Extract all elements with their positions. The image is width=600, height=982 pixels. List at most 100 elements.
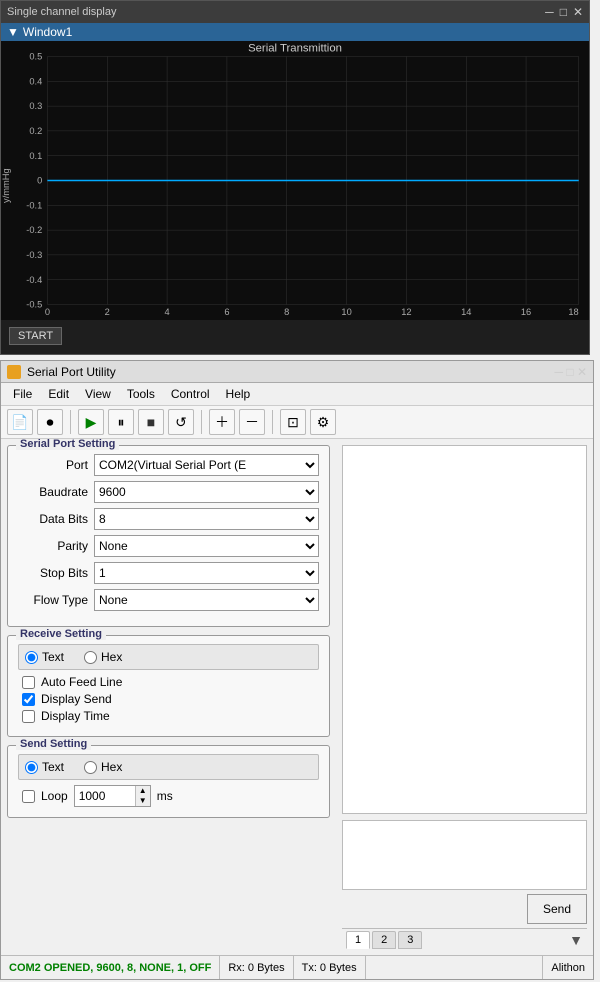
start-button[interactable]: START	[9, 327, 62, 345]
display-send-checkbox[interactable]	[22, 693, 35, 706]
receive-setting-label: Receive Setting	[16, 628, 106, 640]
svg-text:0: 0	[37, 176, 42, 186]
receive-hex-radio-label[interactable]: Hex	[84, 650, 122, 664]
menu-view[interactable]: View	[77, 385, 119, 403]
auto-feed-label[interactable]: Auto Feed Line	[41, 675, 122, 689]
rx-status: Rx: 0 Bytes	[220, 956, 293, 979]
display-time-row: Display Time	[18, 709, 319, 723]
svg-text:4: 4	[165, 307, 170, 317]
svg-text:-0.5: -0.5	[26, 300, 42, 310]
toolbar-record-btn[interactable]: ⏺	[37, 409, 63, 435]
stop-bits-select[interactable]: 1 1.5 2	[94, 562, 319, 584]
svg-text:Serial Transmittion: Serial Transmittion	[248, 42, 342, 54]
svg-text:2: 2	[105, 307, 110, 317]
flow-type-select[interactable]: None Hardware Software	[94, 589, 319, 611]
receive-format-row: Text Hex	[18, 644, 319, 670]
port-label: Port	[18, 458, 88, 472]
minimize-btn[interactable]: ─	[545, 6, 554, 18]
baudrate-select[interactable]: 9600 4800 19200 38400 57600 115200	[94, 481, 319, 503]
close-btn[interactable]: ✕	[573, 6, 583, 18]
loop-spin: ▲ ▼	[135, 786, 150, 806]
chart-svg: Serial Transmittion 0.5 0.4 0.3 0.2 0.1 …	[1, 41, 589, 320]
send-text-radio[interactable]	[25, 761, 38, 774]
receive-hex-label: Hex	[101, 650, 122, 664]
menu-help[interactable]: Help	[218, 385, 259, 403]
serial-port-setting-box: Serial Port Setting Port COM2(Virtual Se…	[7, 445, 330, 627]
baudrate-row: Baudrate 9600 4800 19200 38400 57600 115…	[18, 481, 319, 503]
toolbar-refresh-btn[interactable]: ↺	[168, 409, 194, 435]
toolbar-add-btn[interactable]: ＋	[209, 409, 235, 435]
loop-checkbox[interactable]	[22, 790, 35, 803]
loop-spin-up[interactable]: ▲	[136, 786, 150, 796]
menu-file[interactable]: File	[5, 385, 40, 403]
loop-input[interactable]	[75, 786, 135, 806]
send-setting-label: Send Setting	[16, 738, 91, 750]
auto-feed-checkbox[interactable]	[22, 676, 35, 689]
flow-type-label: Flow Type	[18, 593, 88, 607]
svg-text:0: 0	[45, 307, 50, 317]
toolbar-sep1	[70, 410, 71, 434]
chart-area: Serial Transmittion 0.5 0.4 0.3 0.2 0.1 …	[1, 41, 589, 320]
arrow-icon: ▼	[7, 25, 19, 39]
spu-titlebar: Serial Port Utility ─ □ ✕	[1, 361, 593, 383]
receive-hex-radio[interactable]	[84, 651, 97, 664]
data-bits-select[interactable]: 8 7 6 5	[94, 508, 319, 530]
send-hex-radio-label[interactable]: Hex	[84, 760, 122, 774]
receive-setting-box: Receive Setting Text Hex Auto Feed Line	[7, 635, 330, 737]
svg-text:0.2: 0.2	[29, 126, 42, 136]
spu-maximize-btn[interactable]: □	[566, 366, 573, 378]
send-area[interactable]	[342, 820, 587, 890]
svg-text:10: 10	[341, 307, 351, 317]
toolbar-window-btn[interactable]: ⊡	[280, 409, 306, 435]
send-button[interactable]: Send	[527, 894, 587, 924]
receive-area[interactable]	[342, 445, 587, 814]
tab-1[interactable]: 1	[346, 931, 370, 949]
spu-close-btn[interactable]: ✕	[577, 366, 587, 378]
menu-control[interactable]: Control	[163, 385, 218, 403]
tab-bar: 1 2 3 ▼	[342, 928, 587, 950]
toolbar-remove-btn[interactable]: －	[239, 409, 265, 435]
single-channel-title: Single channel display	[7, 6, 116, 18]
display-time-label[interactable]: Display Time	[41, 709, 110, 723]
right-panel: Send 1 2 3 ▼	[336, 439, 593, 956]
window1-bar: ▼ Window1	[1, 23, 589, 41]
loop-label[interactable]: Loop	[41, 789, 68, 803]
maximize-btn[interactable]: □	[560, 6, 567, 18]
loop-spin-down[interactable]: ▼	[136, 796, 150, 806]
tab-arrow-icon[interactable]: ▼	[569, 932, 583, 948]
receive-text-radio[interactable]	[25, 651, 38, 664]
display-send-label[interactable]: Display Send	[41, 692, 112, 706]
single-channel-window: Single channel display ─ □ ✕ ▼ Window1	[0, 0, 590, 355]
parity-select[interactable]: None Even Odd Mark Space	[94, 535, 319, 557]
tab-3[interactable]: 3	[398, 931, 422, 949]
toolbar-stop-btn[interactable]: ■	[138, 409, 164, 435]
single-channel-titlebar: Single channel display ─ □ ✕	[1, 1, 589, 23]
stop-bits-label: Stop Bits	[18, 566, 88, 580]
send-setting-box: Send Setting Text Hex Loop	[7, 745, 330, 818]
receive-text-radio-label[interactable]: Text	[25, 650, 64, 664]
loop-row: Loop ▲ ▼ ms	[18, 785, 319, 807]
baudrate-label: Baudrate	[18, 485, 88, 499]
toolbar-play-btn[interactable]: ▶	[78, 409, 104, 435]
send-format-row: Text Hex	[18, 754, 319, 780]
serial-port-setting-label: Serial Port Setting	[16, 439, 119, 450]
toolbar-settings-btn[interactable]: ⚙	[310, 409, 336, 435]
svg-text:16: 16	[521, 307, 531, 317]
flow-type-row: Flow Type None Hardware Software	[18, 589, 319, 611]
svg-text:-0.2: -0.2	[26, 225, 42, 235]
send-hex-radio[interactable]	[84, 761, 97, 774]
menu-edit[interactable]: Edit	[40, 385, 77, 403]
toolbar-sep3	[272, 410, 273, 434]
spu-icon	[7, 365, 21, 379]
tab-2[interactable]: 2	[372, 931, 396, 949]
toolbar-pause-btn[interactable]: ⏸	[108, 409, 134, 435]
toolbar-file-btn[interactable]: 📄	[7, 409, 33, 435]
display-time-checkbox[interactable]	[22, 710, 35, 723]
spu-minimize-btn[interactable]: ─	[554, 366, 563, 378]
menu-tools[interactable]: Tools	[119, 385, 163, 403]
send-text-radio-label[interactable]: Text	[25, 760, 64, 774]
port-select[interactable]: COM2(Virtual Serial Port (E	[94, 454, 319, 476]
svg-text:0.3: 0.3	[29, 101, 42, 111]
stop-bits-row: Stop Bits 1 1.5 2	[18, 562, 319, 584]
status-bar: COM2 OPENED, 9600, 8, NONE, 1, OFF Rx: 0…	[1, 955, 593, 979]
